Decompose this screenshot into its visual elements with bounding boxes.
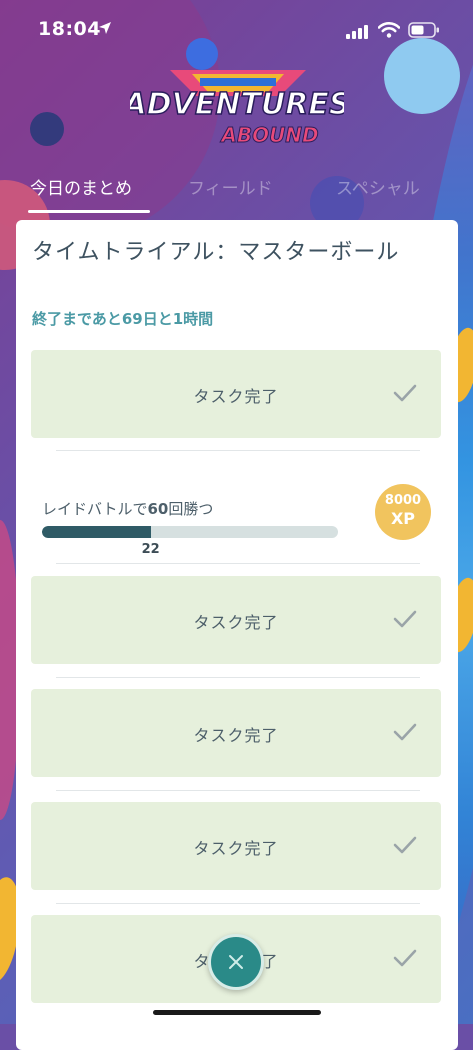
time-remaining: 終了まであと69日と1時間 xyxy=(32,310,214,328)
task-complete-label: タスク完了 xyxy=(193,387,279,406)
check-icon xyxy=(393,835,417,859)
active-task[interactable]: レイドバトルで60回勝つ 22 8000 XP xyxy=(31,470,441,557)
check-icon xyxy=(393,383,417,407)
divider xyxy=(56,790,420,791)
svg-text:ADVENTURES: ADVENTURES xyxy=(130,87,344,122)
battery-icon xyxy=(408,22,440,42)
check-icon xyxy=(393,948,417,972)
home-indicator[interactable] xyxy=(153,1010,321,1015)
completed-task[interactable]: タスク完了 xyxy=(31,689,441,777)
svg-text:ABOUND: ABOUND xyxy=(219,123,318,147)
reward-amount: 8000 xyxy=(384,493,422,508)
tab-today[interactable]: 今日のまとめ xyxy=(30,174,132,199)
location-arrow-icon xyxy=(98,20,112,39)
task-complete-label: タスク完了 xyxy=(193,613,279,632)
signal-icon xyxy=(346,24,370,43)
research-card: タイムトライアル：マスターボール 終了まであと69日と1時間 タスク完了 レイド… xyxy=(16,220,458,1050)
reward-unit: XP xyxy=(390,509,416,528)
wifi-icon xyxy=(377,22,401,42)
divider xyxy=(56,450,420,451)
divider xyxy=(56,563,420,564)
status-bar: 18:04 xyxy=(0,0,473,60)
task-description: レイドバトルで60回勝つ xyxy=(42,500,214,518)
research-title: タイムトライアル：マスターボール xyxy=(32,240,400,265)
completed-task[interactable]: タスク完了 xyxy=(31,576,441,664)
research-tabs: 今日のまとめ フィールド スペシャル xyxy=(0,168,473,218)
completed-task[interactable]: タスク完了 xyxy=(31,350,441,438)
status-time: 18:04 xyxy=(38,18,101,40)
task-complete-label: タスク完了 xyxy=(193,726,279,745)
tab-field[interactable]: フィールド xyxy=(188,174,273,199)
task-progress-bar xyxy=(42,526,338,538)
task-complete-label: タスク完了 xyxy=(193,839,279,858)
active-tab-indicator xyxy=(28,210,150,213)
divider xyxy=(56,903,420,904)
check-icon xyxy=(393,722,417,746)
tab-special[interactable]: スペシャル xyxy=(336,174,420,199)
completed-task[interactable]: タスク完了 xyxy=(31,802,441,890)
task-progress-fill xyxy=(42,526,151,538)
check-icon xyxy=(393,609,417,633)
adventures-abound-logo: ADVENTURES ABOUND xyxy=(121,62,351,152)
divider xyxy=(56,677,420,678)
close-button[interactable] xyxy=(208,934,264,990)
xp-reward-badge[interactable]: 8000 XP xyxy=(375,484,431,540)
task-progress-count: 22 xyxy=(141,542,160,557)
